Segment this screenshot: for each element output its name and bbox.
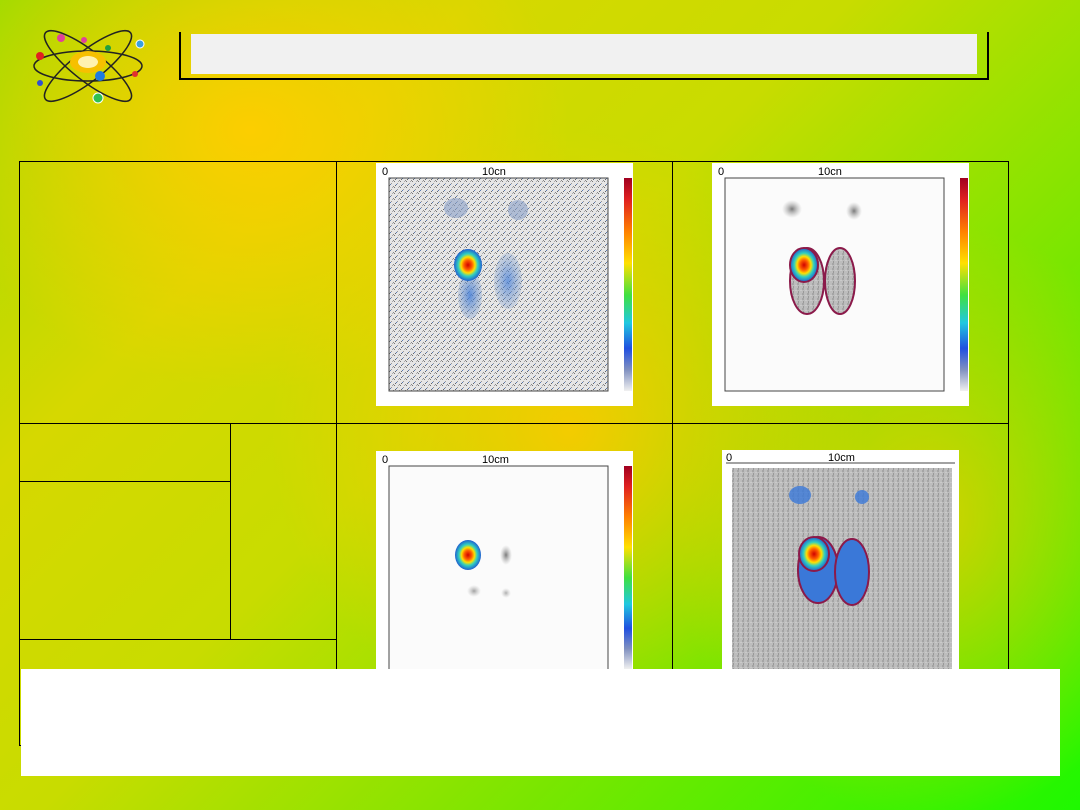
- table-divider: [20, 639, 336, 640]
- scale-label: 10cn: [818, 166, 842, 178]
- slide-title: [191, 34, 977, 74]
- table-divider: [336, 162, 337, 745]
- table-divider: [230, 423, 231, 639]
- scale-zero: 0: [726, 452, 732, 464]
- scale-label: 10cn: [482, 166, 506, 178]
- scale-zero: 0: [382, 454, 388, 466]
- caption-panel: [21, 669, 1060, 776]
- scale-zero: 0: [382, 166, 388, 178]
- scale-label: 10cm: [828, 452, 855, 464]
- scale-zero: 0: [718, 166, 724, 178]
- thyroid-scan-4: 0 10cm: [722, 450, 959, 674]
- table-divider: [20, 423, 1008, 424]
- scale-label: 10cm: [482, 454, 509, 466]
- thyroid-scan-1: 0 10cn: [376, 163, 633, 411]
- table-divider: [672, 162, 673, 745]
- title-frame: [179, 32, 989, 80]
- thyroid-scan-3: 0 10cm: [376, 451, 633, 677]
- thyroid-scan-2: 0 10cn: [712, 163, 969, 411]
- atom-logo-icon: [28, 28, 152, 108]
- table-divider: [20, 481, 230, 482]
